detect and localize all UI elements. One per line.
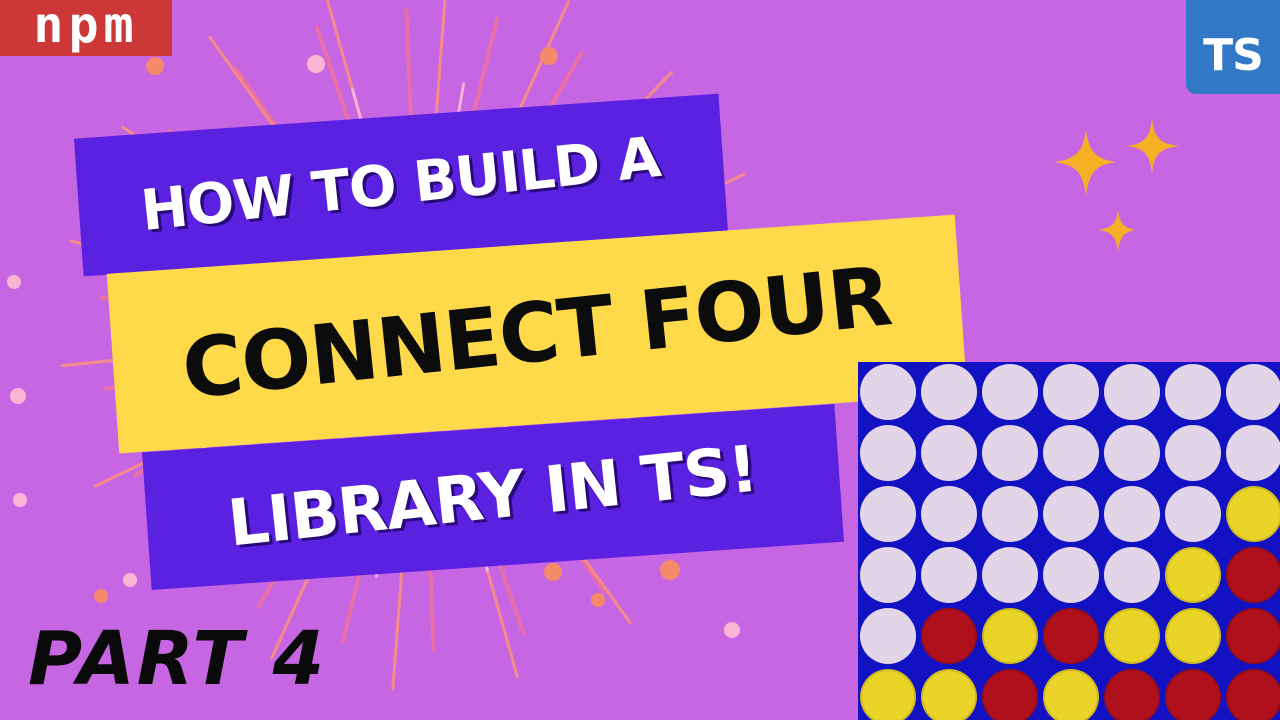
board-slot-empty [860, 364, 916, 420]
board-disc-red [1226, 608, 1280, 664]
part-label: PART 4 [28, 616, 327, 702]
board-disc-yellow [860, 669, 916, 720]
npm-logo: npm [0, 0, 172, 56]
board-disc-yellow [1165, 547, 1221, 603]
board-slot-empty [921, 364, 977, 420]
board-slot-empty [1104, 425, 1160, 481]
board-disc-yellow [1104, 608, 1160, 664]
board-disc-red [1165, 669, 1221, 720]
board-slot-empty [860, 547, 916, 603]
board-slot-empty [1104, 547, 1160, 603]
board-disc-yellow [1165, 608, 1221, 664]
board-disc-yellow [921, 669, 977, 720]
board-slot-empty [1165, 486, 1221, 542]
board-slot-empty [1226, 425, 1280, 481]
board-slot-empty [1043, 425, 1099, 481]
board-slot-empty [1226, 364, 1280, 420]
title-line-3: LIBRARY IN TS! [224, 432, 762, 562]
title-line-1: HOW TO BUILD A [138, 124, 664, 245]
board-slot-empty [860, 425, 916, 481]
board-slot-empty [860, 608, 916, 664]
board-slot-empty [921, 486, 977, 542]
board-slot-empty [1104, 364, 1160, 420]
board-slot-empty [982, 364, 1038, 420]
board-disc-yellow [1226, 486, 1280, 542]
board-slot-empty [1165, 425, 1221, 481]
board-disc-yellow [1043, 669, 1099, 720]
title-line-2: CONNECT FOUR [178, 249, 896, 418]
board-disc-red [1043, 608, 1099, 664]
board-slot-empty [860, 486, 916, 542]
board-slot-empty [921, 547, 977, 603]
sparkles-icon [1054, 118, 1180, 252]
typescript-logo: TS [1186, 0, 1280, 94]
board-slot-empty [1104, 486, 1160, 542]
board-disc-red [1226, 669, 1280, 720]
board-slot-empty [982, 547, 1038, 603]
board-slot-empty [1165, 364, 1221, 420]
npm-logo-text: npm [33, 0, 139, 54]
board-slot-empty [1043, 547, 1099, 603]
board-disc-red [921, 608, 977, 664]
board-slot-empty [1043, 364, 1099, 420]
board-slot-empty [982, 486, 1038, 542]
typescript-logo-text: TS [1203, 30, 1264, 81]
board-slot-empty [982, 425, 1038, 481]
board-disc-red [982, 669, 1038, 720]
board-disc-red [1104, 669, 1160, 720]
connect-four-board [858, 362, 1280, 720]
board-disc-yellow [982, 608, 1038, 664]
board-disc-red [1226, 547, 1280, 603]
board-slot-empty [1043, 486, 1099, 542]
board-slot-empty [921, 425, 977, 481]
